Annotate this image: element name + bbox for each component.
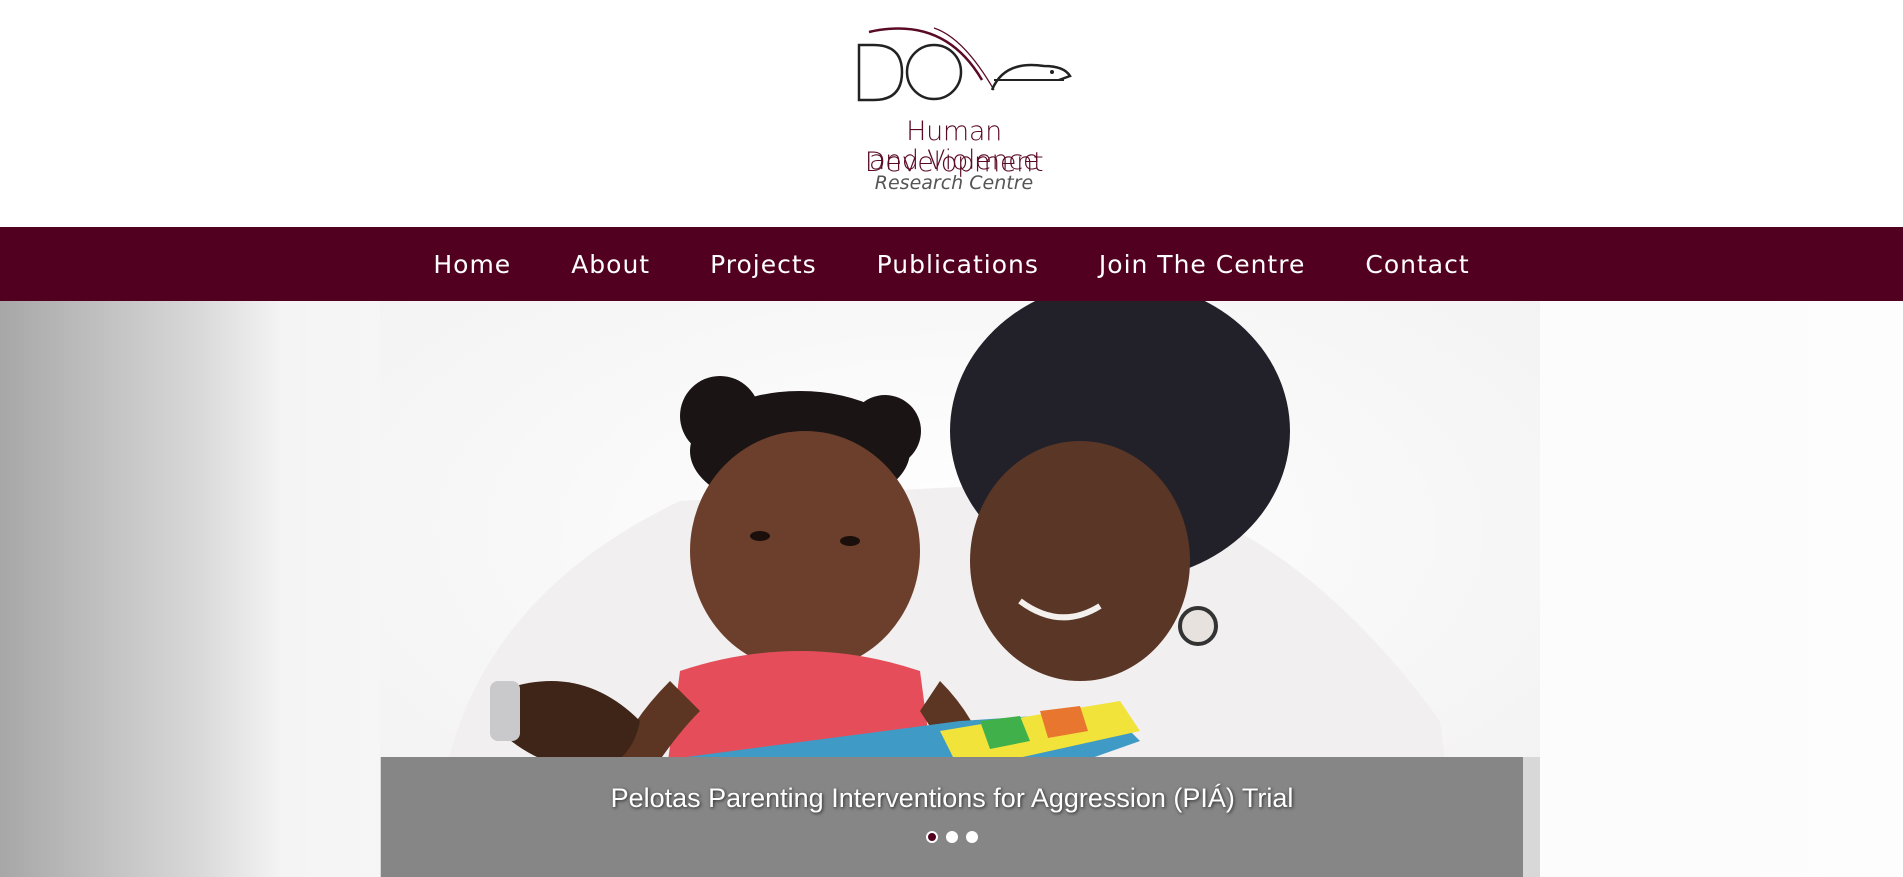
nav-item-contact[interactable]: Contact [1335,250,1499,279]
logo-line-research-centre: Research Centre [874,172,1034,194]
nav-item-join-the-centre[interactable]: Join The Centre [1069,250,1335,279]
nav-item-about[interactable]: About [541,250,680,279]
main-navigation: Home About Projects Publications Join Th… [0,227,1903,301]
slider-dot-1[interactable] [926,831,938,843]
nav-item-publications[interactable]: Publications [847,250,1069,279]
slide-caption[interactable]: Pelotas Parenting Interventions for Aggr… [381,783,1523,814]
slider-pagination [381,831,1523,843]
nav-item-projects[interactable]: Projects [680,250,847,279]
site-header: Human Development and Violence Research … [0,0,1903,227]
nav-list: Home About Projects Publications Join Th… [0,227,1903,301]
nav-item-home[interactable]: Home [403,250,541,279]
slide-caption-panel: Pelotas Parenting Interventions for Aggr… [381,757,1523,877]
dove-wordmark-graphic [857,27,1072,102]
dove-logo[interactable]: Human Development and Violence Research … [814,20,1094,200]
hero-slider: Pelotas Parenting Interventions for Aggr… [0,301,1903,877]
slider-dot-2[interactable] [946,831,958,843]
slider-dot-3[interactable] [966,831,978,843]
